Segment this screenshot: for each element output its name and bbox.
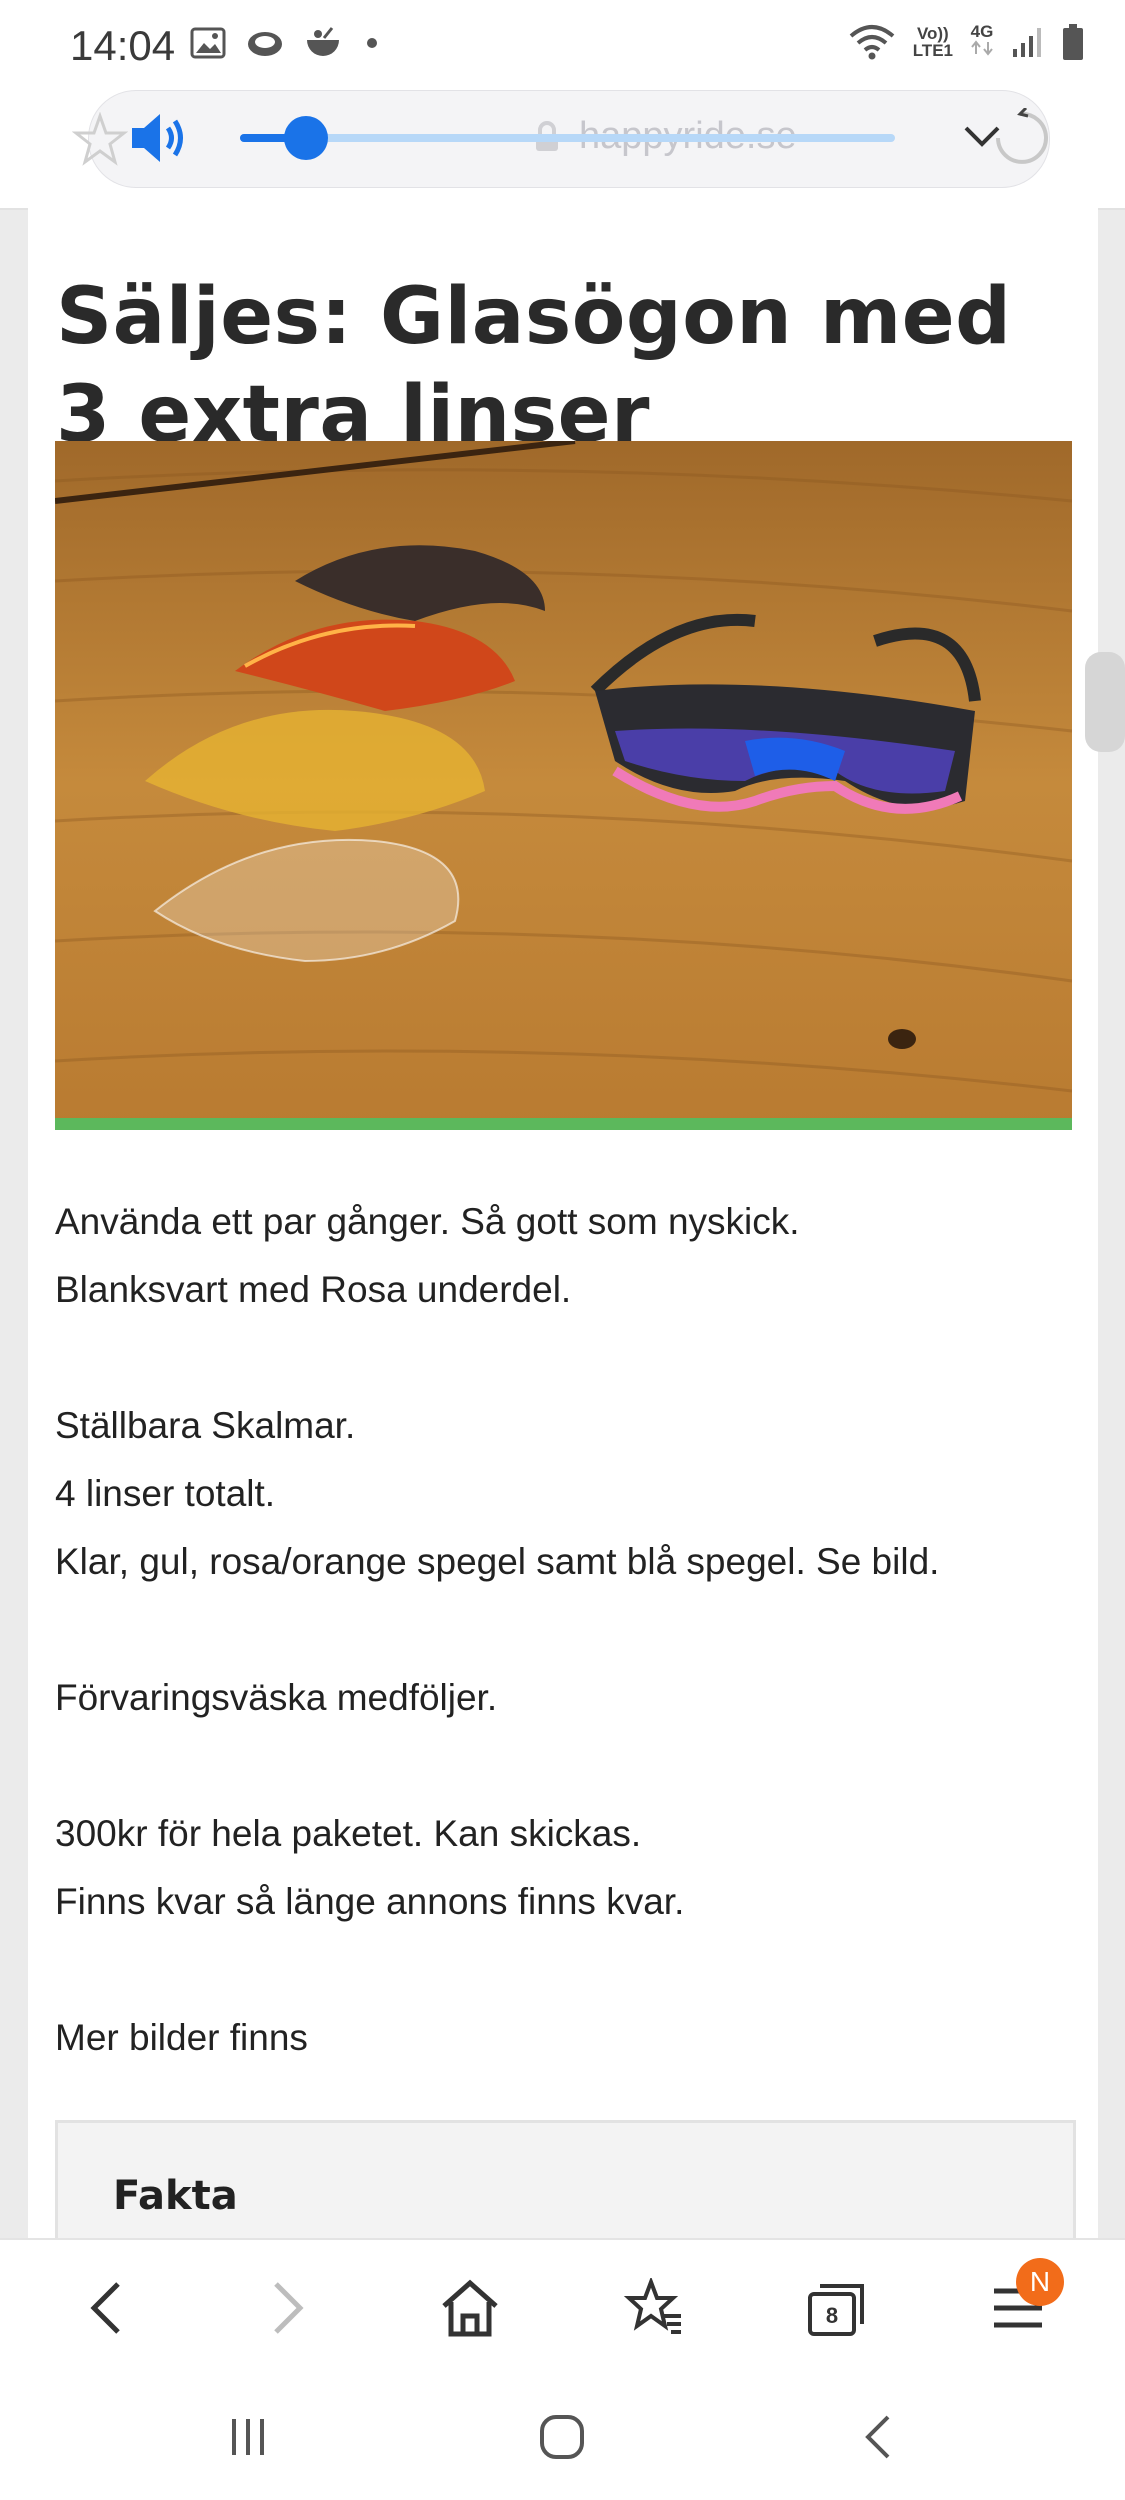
refresh-icon[interactable] <box>990 108 1050 168</box>
wifi-icon <box>849 25 894 60</box>
browser-toolbar: 8 N <box>0 2238 1125 2376</box>
tab-count: 8 <box>826 2303 838 2328</box>
tabs-button[interactable]: 8 <box>796 2268 876 2348</box>
data-arrows-icon <box>971 40 993 56</box>
fakta-title: Fakta <box>113 2173 238 2219</box>
article-page: Säljes: Glasögon med 3 extra linser Anvä… <box>28 208 1125 2286</box>
body-line: Förvaringsväska medföljer. <box>55 1677 498 1718</box>
volume-icon[interactable] <box>128 108 190 168</box>
volume-slider-track[interactable] <box>240 134 895 142</box>
home-nav-button[interactable] <box>522 2404 602 2470</box>
body-line: Finns kvar så länge annons finns kvar. <box>55 1881 685 1922</box>
body-line: Ställbara Skalmar. <box>55 1405 356 1446</box>
status-time: 14:04 <box>70 22 176 69</box>
signal-icon <box>1013 28 1041 57</box>
browser-address-bar: happyride.se <box>0 90 1125 210</box>
status-bar: 14:04 Vo)) LTE1 4G <box>0 0 1125 90</box>
volte-label: Vo)) <box>916 24 949 43</box>
dot-icon <box>367 38 377 48</box>
forward-button[interactable] <box>248 2268 328 2348</box>
bookmarks-star-icon <box>623 2278 681 2334</box>
body-line: Klar, gul, rosa/orange spegel samt blå s… <box>55 1541 940 1582</box>
notification-badge: N <box>1016 2258 1064 2306</box>
tabs-icon: 8 <box>808 2284 864 2336</box>
scroll-handle[interactable] <box>1085 652 1125 752</box>
photo-accent-bar <box>55 1118 1072 1130</box>
bookmarks-button[interactable] <box>614 2268 694 2348</box>
back-arrow-icon <box>90 2282 120 2334</box>
volte-indicator: Vo)) LTE1 <box>913 25 953 59</box>
home-icon <box>442 2279 498 2337</box>
notification-icons <box>190 26 382 60</box>
system-nav-bar <box>0 2374 1125 2500</box>
back-nav-button[interactable] <box>838 2404 918 2470</box>
network-type-indicator: 4G <box>969 23 995 61</box>
bowl-icon <box>307 27 339 56</box>
lte-label: LTE1 <box>912 41 953 60</box>
home-nav-icon <box>540 2415 584 2459</box>
system-icons: Vo)) LTE1 4G <box>847 22 1085 62</box>
product-photo[interactable] <box>55 441 1072 1126</box>
bookmark-star-icon[interactable] <box>72 112 128 168</box>
back-nav-icon <box>865 2415 890 2459</box>
volume-slider-thumb[interactable] <box>283 116 328 160</box>
body-line: 4 linser totalt. <box>55 1473 276 1514</box>
body-line: Använda ett par gånger. Så gott som nysk… <box>55 1201 800 1242</box>
cloud-icon <box>248 32 282 56</box>
back-button[interactable] <box>66 2268 146 2348</box>
page-title: Säljes: Glasögon med 3 extra linser <box>56 272 1012 461</box>
body-line: Blanksvart med Rosa underdel. <box>55 1269 572 1310</box>
post-body: Använda ett par gånger. Så gott som nysk… <box>55 1188 1065 2072</box>
forward-arrow-icon <box>274 2282 304 2334</box>
sunglasses-photo <box>55 441 1072 1126</box>
battery-icon <box>1063 24 1083 60</box>
network-type-label: 4G <box>970 22 994 41</box>
body-line: Mer bilder finns <box>55 2017 308 2058</box>
recent-apps-button[interactable] <box>208 2404 288 2470</box>
image-icon <box>190 27 226 59</box>
body-line: 300kr för hela paketet. Kan skickas. <box>55 1813 642 1854</box>
recent-apps-icon <box>232 2419 264 2455</box>
home-button[interactable] <box>430 2268 510 2348</box>
